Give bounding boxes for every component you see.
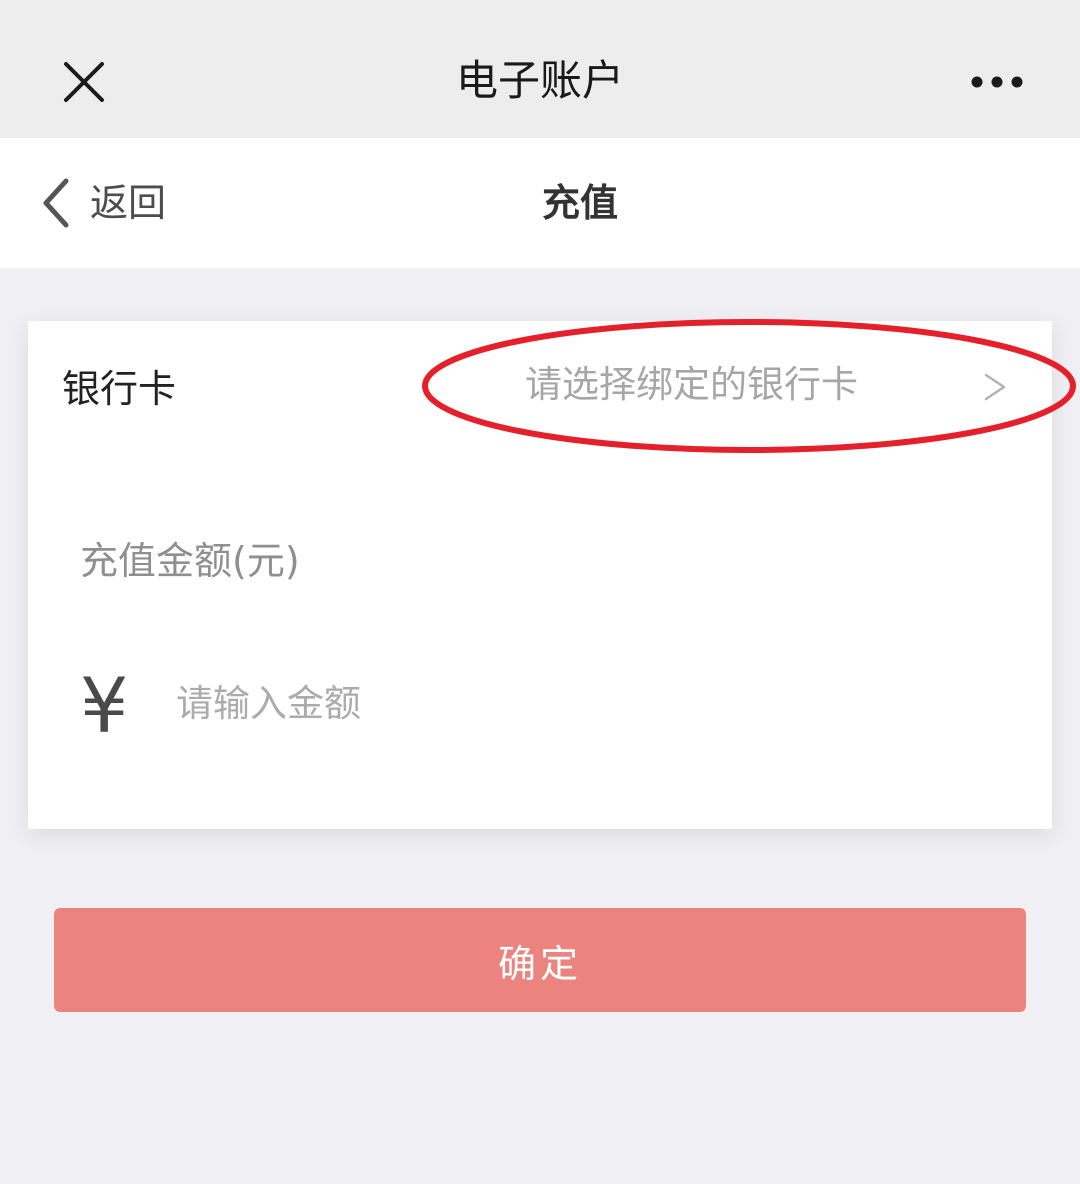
close-button[interactable] bbox=[60, 58, 108, 106]
recharge-form-card: 银行卡 请选择绑定的银行卡 充值金额(元) ¥ bbox=[28, 321, 1052, 829]
close-icon bbox=[64, 62, 104, 102]
chevron-right-icon bbox=[984, 373, 1006, 401]
amount-input[interactable] bbox=[176, 671, 996, 735]
amount-label: 充值金额(元) bbox=[80, 539, 300, 583]
bank-card-label: 银行卡 bbox=[62, 367, 177, 411]
title-bar: 电子账户 bbox=[0, 0, 1080, 138]
back-button[interactable]: 返回 bbox=[36, 173, 166, 233]
currency-symbol: ¥ bbox=[80, 661, 129, 750]
chevron-left-icon bbox=[43, 178, 69, 228]
bank-card-placeholder: 请选择绑定的银行卡 bbox=[525, 363, 858, 406]
confirm-button[interactable]: 确定 bbox=[54, 908, 1026, 1012]
more-dots-icon bbox=[971, 76, 1023, 88]
more-button[interactable] bbox=[966, 62, 1028, 102]
back-label: 返回 bbox=[90, 181, 167, 225]
nav-bar: 返回 充值 bbox=[0, 138, 1080, 268]
bank-card-selector[interactable]: 银行卡 请选择绑定的银行卡 bbox=[28, 321, 1052, 451]
